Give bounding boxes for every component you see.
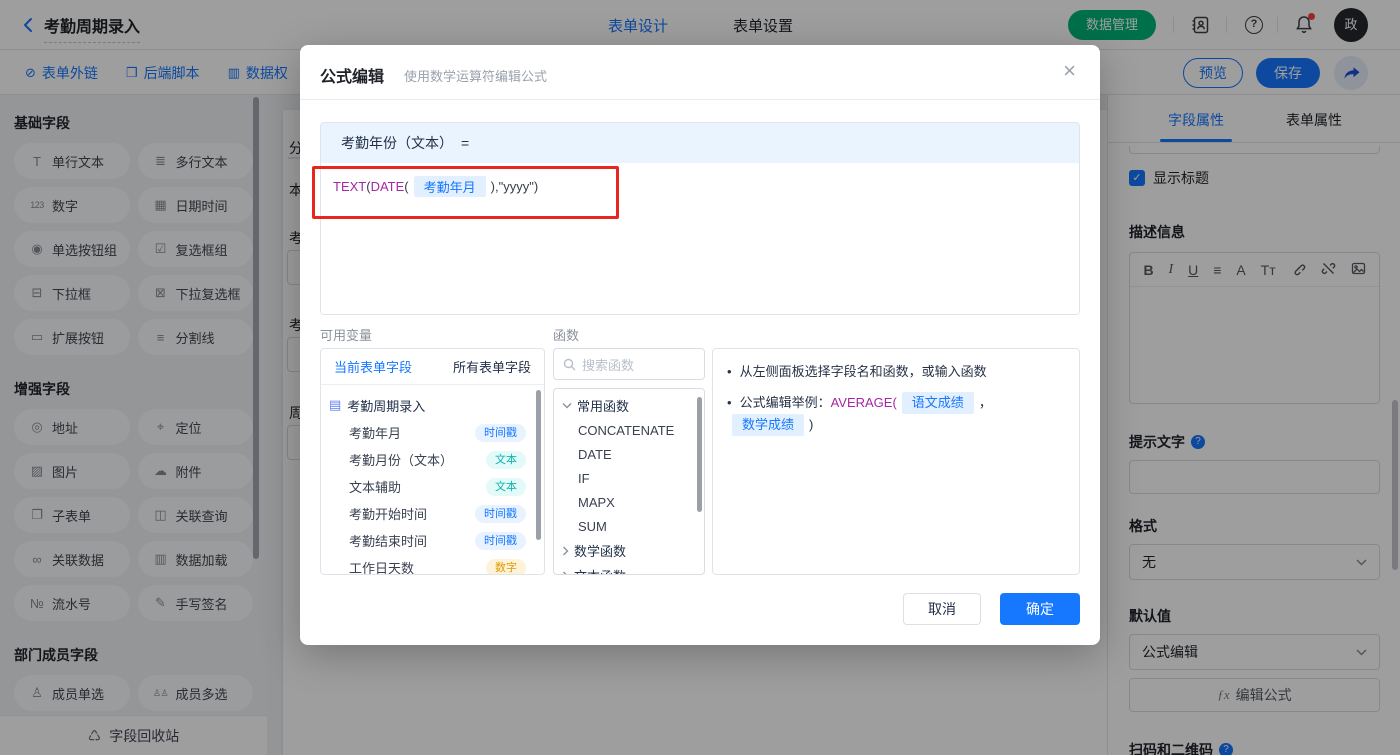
function-item[interactable]: IF	[554, 466, 704, 490]
function-item[interactable]: CONCATENATE	[554, 418, 704, 442]
function-list-scrollbar[interactable]	[697, 397, 702, 512]
formula-help-panel: • 从左侧面板选择字段名和函数，或输入函数 • 公式编辑举例： AVERAGE(…	[712, 348, 1080, 575]
modal-header: 公式编辑 使用数学运算符编辑公式 ×	[300, 45, 1100, 100]
bullet: •	[727, 395, 732, 410]
function-token: DATE	[370, 179, 405, 194]
variable-field-name: 考勤结束时间	[349, 534, 428, 549]
variables-tabs: 当前表单字段 所有表单字段	[321, 349, 544, 385]
field-type-badge: 时间戳	[475, 504, 526, 523]
function-search-box[interactable]: 搜索函数	[553, 348, 705, 380]
variable-field-name: 文本辅助	[349, 480, 402, 495]
field-type-badge: 时间戳	[475, 531, 526, 550]
function-item[interactable]: SUM	[554, 514, 704, 538]
variables-panel: 当前表单字段 所有表单字段 ▤ 考勤周期录入 考勤年月 时间戳 考勤月份（文本） 文本…	[320, 348, 545, 575]
help-line-2: • 公式编辑举例： AVERAGE( 语文成绩 ， 数学成绩 )	[727, 392, 1065, 436]
equals-sign: =	[461, 135, 470, 151]
bullet: •	[727, 364, 732, 379]
formula-token: "yyyy"	[498, 179, 534, 194]
formula-editor[interactable]: TEXT(DATE(考勤年月), "yyyy")	[321, 163, 1079, 314]
formula-token: )	[533, 179, 539, 194]
example-field-chip: 语文成绩	[901, 392, 974, 414]
variable-field-name: 考勤年月	[349, 426, 402, 441]
function-item[interactable]: DATE	[554, 442, 704, 466]
modal-subtitle: 使用数学运算符编辑公式	[404, 69, 548, 84]
function-group-collapsed[interactable]: 文本函数	[554, 563, 704, 574]
variables-list: ▤ 考勤周期录入 考勤年月 时间戳 考勤月份（文本） 文本 文本辅助 文本 考勤开始时间 时间…	[321, 385, 544, 575]
variables-label: 可用变量	[320, 328, 373, 343]
variable-field[interactable]: 考勤结束时间 时间戳	[329, 527, 536, 554]
form-root-node[interactable]: ▤ 考勤周期录入	[329, 391, 536, 419]
tab-all-form-fields[interactable]: 所有表单字段	[453, 357, 531, 376]
function-group-label: 数学函数	[574, 544, 627, 559]
function-group-label: 文本函数	[574, 566, 626, 574]
variable-field-name: 工作日天数	[349, 561, 415, 575]
function-group-collapsed[interactable]: 数学函数	[554, 538, 704, 563]
variable-field[interactable]: 考勤年月 时间戳	[329, 419, 536, 446]
formula-block: 考勤年份（文本） = TEXT(DATE(考勤年月), "yyyy")	[320, 122, 1080, 315]
document-icon: ▤	[329, 397, 342, 412]
form-root-label: 考勤周期录入	[347, 398, 426, 414]
function-group-expanded[interactable]: 常用函数	[554, 393, 704, 418]
example-function: AVERAGE(	[830, 395, 897, 410]
modal-title: 公式编辑	[320, 69, 385, 86]
app-window: 考勤周期录入 表单设计 表单设置 数据管理 ? 政 ⊘ 表单外链 ❒ 后端脚本 ▥ 数据权…	[0, 0, 1400, 755]
field-type-badge: 数字	[486, 558, 526, 574]
search-icon	[563, 358, 576, 370]
formula-target: 考勤年份（文本）	[341, 135, 453, 151]
variable-field[interactable]: 考勤月份（文本） 文本	[329, 446, 536, 473]
variable-field[interactable]: 工作日天数 数字	[329, 554, 536, 575]
close-icon[interactable]: ×	[1063, 58, 1076, 84]
field-chip[interactable]: 考勤年月	[413, 176, 486, 197]
function-item[interactable]: MAPX	[554, 490, 704, 514]
function-group-label: 常用函数	[577, 399, 630, 414]
formula-edit-modal: 公式编辑 使用数学运算符编辑公式 × 考勤年份（文本） = TEXT(DATE(…	[300, 45, 1100, 645]
formula-target-bar: 考勤年份（文本） =	[321, 123, 1079, 163]
help-line-1: • 从左侧面板选择字段名和函数，或输入函数	[727, 362, 1065, 382]
variable-field[interactable]: 考勤开始时间 时间戳	[329, 500, 536, 527]
field-type-badge: 文本	[486, 477, 526, 496]
variables-scrollbar[interactable]	[536, 390, 541, 540]
formula-token: ),	[490, 179, 499, 194]
search-placeholder: 搜索函数	[582, 357, 635, 373]
field-type-badge: 文本	[486, 450, 526, 469]
variable-field[interactable]: 文本辅助 文本	[329, 473, 536, 500]
functions-label: 函数	[553, 328, 580, 343]
example-field-chip: 数学成绩	[732, 414, 805, 436]
function-list: 常用函数 CONCATENATEDATEIFMAPXSUM 数学函数文本函数	[553, 388, 705, 575]
variable-field-name: 考勤月份（文本）	[349, 453, 454, 468]
variable-field-name: 考勤开始时间	[349, 507, 428, 522]
tab-current-form-fields[interactable]: 当前表单字段	[334, 357, 412, 376]
chevron-right-icon	[562, 571, 569, 574]
function-token: TEXT	[333, 179, 367, 194]
formula-token: (	[404, 179, 409, 194]
field-type-badge: 时间戳	[475, 423, 526, 442]
chevron-down-icon	[562, 402, 572, 409]
cancel-button[interactable]: 取消	[903, 593, 981, 625]
confirm-button[interactable]: 确定	[1000, 593, 1080, 625]
chevron-right-icon	[562, 546, 569, 556]
